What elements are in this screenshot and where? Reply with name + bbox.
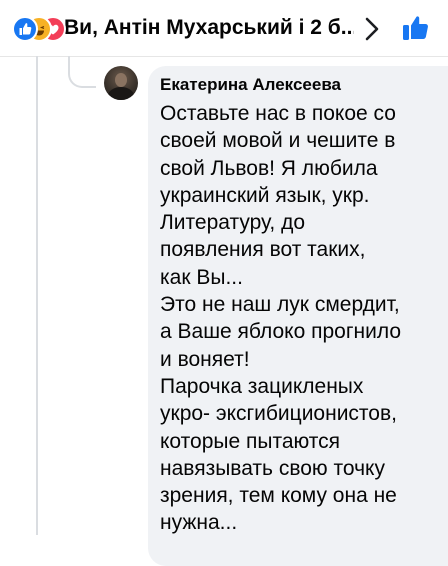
comment-line: своей мовой и чешите в	[160, 129, 396, 153]
comment-line: навязывать свою точку	[160, 456, 385, 480]
comment-line: Это не наш лук смердит,	[160, 293, 400, 317]
comment-line: и воняет!	[160, 347, 250, 371]
comment-author[interactable]: Екатерина Алексеева	[160, 74, 341, 96]
comment-line: Оставьте нас в покое со	[160, 102, 396, 125]
comment-line: укро- эксгибиционистов,	[160, 402, 397, 426]
comment-line: зрения, тем кому она не	[160, 484, 397, 508]
comment-line: Литературу, до	[160, 211, 306, 235]
comment-line: украинский язык, укр.	[160, 183, 370, 207]
conversation-header: Ви, Антін Мухарський і 2 б...	[0, 0, 448, 57]
comment-line: а Ваше яблоко прогнило	[160, 320, 402, 344]
comment-bubble[interactable]: Екатерина Алексеева Оставьте нас в покое…	[148, 66, 448, 566]
comment-line: которые пытаются	[160, 429, 341, 453]
comment-line: появления вот таких,	[160, 238, 366, 262]
reply-branch	[68, 56, 96, 88]
chevron-right-icon[interactable]	[362, 16, 382, 42]
header-title[interactable]: Ви, Антін Мухарський і 2 б...	[64, 14, 354, 42]
reaction-summary[interactable]	[12, 16, 66, 42]
thread-line	[36, 56, 38, 535]
comment-line: свой Львов! Я любила	[160, 156, 378, 180]
comment-line: Парочка зацикленых	[160, 374, 364, 398]
comment-line: как Вы...	[160, 265, 243, 289]
comment-text: Оставьте нас в покое со своей мовой и че…	[160, 100, 448, 537]
like-reaction-icon	[12, 16, 38, 42]
avatar[interactable]	[104, 66, 138, 100]
comment-line: нужна...	[160, 511, 238, 535]
thumbs-up-icon[interactable]	[400, 12, 432, 44]
